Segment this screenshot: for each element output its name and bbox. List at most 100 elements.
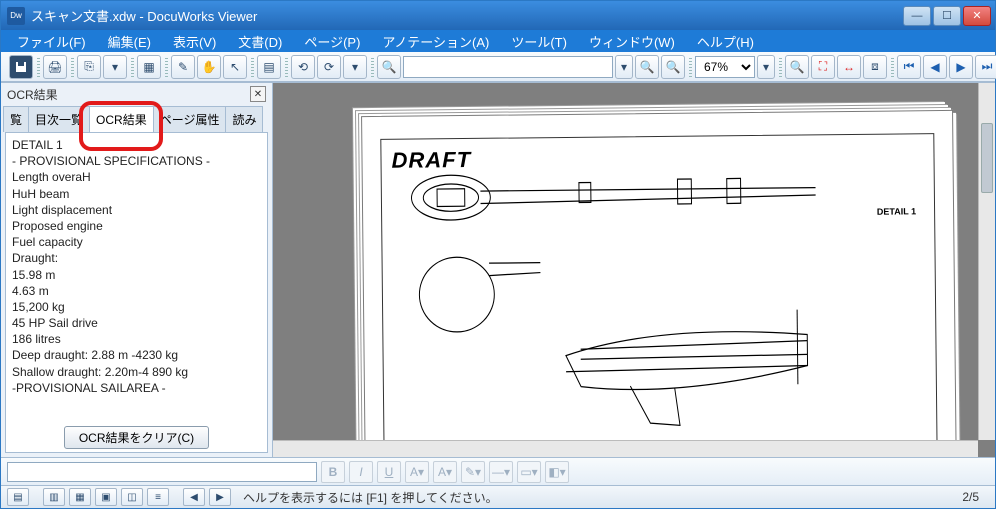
tab-page-attr[interactable]: ページ属性 bbox=[153, 106, 227, 132]
font-combo[interactable] bbox=[7, 462, 317, 482]
ocr-line: HuH beam bbox=[12, 186, 261, 202]
ocr-line: - PROVISIONAL SPECIFICATIONS - bbox=[12, 153, 261, 169]
ocr-line: Shallow draught: 2.20m-4 890 kg bbox=[12, 364, 261, 380]
last-page-button[interactable]: ⏭ bbox=[975, 55, 996, 79]
ocr-line: DETAIL 1 bbox=[12, 137, 261, 153]
scroll-thumb[interactable] bbox=[981, 123, 993, 193]
window-title: スキャン文書.xdw - DocuWorks Viewer bbox=[31, 6, 903, 25]
highlight-button[interactable]: ✎▾ bbox=[461, 461, 485, 483]
fill-button[interactable]: ◧▾ bbox=[545, 461, 569, 483]
ocr-line: Draught: bbox=[12, 250, 261, 266]
rotate-right-button[interactable]: ⟳ bbox=[317, 55, 341, 79]
ocr-line: 15,200 kg bbox=[12, 299, 261, 315]
zoom-region-button[interactable]: ⧈ bbox=[863, 55, 887, 79]
document-canvas[interactable]: DRAFT DETAIL 1 bbox=[273, 83, 995, 457]
italic-button[interactable]: I bbox=[349, 461, 373, 483]
font-size-button[interactable]: A▾ bbox=[405, 461, 429, 483]
status-page-indicator: 2/5 bbox=[962, 490, 979, 504]
body-area: OCR結果 ✕ 覧 目次一覧 OCR結果 ページ属性 読み DETAIL 1 -… bbox=[1, 82, 995, 457]
status-view-single-button[interactable]: ▤ bbox=[7, 488, 29, 506]
fit-width-button[interactable]: ↔ bbox=[837, 55, 861, 79]
rotate-left-button[interactable]: ⟲ bbox=[291, 55, 315, 79]
print-button[interactable]: 🖨 bbox=[43, 55, 67, 79]
document-area: DRAFT DETAIL 1 bbox=[273, 83, 995, 457]
zoom-tool-button[interactable]: 🔍 bbox=[785, 55, 809, 79]
tab-reading[interactable]: 読み bbox=[225, 106, 263, 132]
page-layout-button[interactable]: ▤ bbox=[257, 55, 281, 79]
ocr-panel: OCR結果 ✕ 覧 目次一覧 OCR結果 ページ属性 読み DETAIL 1 -… bbox=[1, 83, 273, 457]
menu-view[interactable]: 表示(V) bbox=[163, 30, 226, 53]
ocr-panel-header: OCR結果 ✕ bbox=[1, 83, 272, 105]
status-view-grid-button[interactable]: ▦ bbox=[69, 488, 91, 506]
ocr-panel-title: OCR結果 bbox=[7, 86, 58, 103]
zoom-dropdown-icon[interactable]: ▾ bbox=[757, 55, 775, 79]
search-input[interactable] bbox=[403, 56, 613, 78]
search-dropdown-icon[interactable]: ▾ bbox=[615, 55, 633, 79]
app-icon: Dw bbox=[7, 7, 25, 25]
line-button[interactable]: —▾ bbox=[489, 461, 513, 483]
status-prev-button[interactable]: ◀ bbox=[183, 488, 205, 506]
vertical-scrollbar[interactable] bbox=[978, 83, 995, 440]
ocr-line: 186 litres bbox=[12, 331, 261, 347]
menu-tool[interactable]: ツール(T) bbox=[501, 30, 577, 53]
ocr-line: 4.63 m bbox=[12, 283, 261, 299]
horizontal-scrollbar[interactable] bbox=[273, 440, 978, 457]
tab-toc[interactable]: 目次一覧 bbox=[28, 106, 90, 132]
ocr-body: DETAIL 1 - PROVISIONAL SPECIFICATIONS - … bbox=[5, 132, 268, 453]
ocr-tabs: 覧 目次一覧 OCR結果 ページ属性 読み bbox=[1, 105, 272, 132]
prev-page-button[interactable]: ◀ bbox=[923, 55, 947, 79]
ocr-line: Length overaH bbox=[12, 169, 261, 185]
rotate-menu-icon[interactable]: ▾ bbox=[343, 55, 367, 79]
save-button[interactable] bbox=[9, 55, 33, 79]
menu-page[interactable]: ページ(P) bbox=[294, 30, 370, 53]
status-view-thumb-button[interactable]: ▣ bbox=[95, 488, 117, 506]
maximize-button[interactable]: ☐ bbox=[933, 6, 961, 26]
tab-ocr-result[interactable]: OCR結果 bbox=[89, 106, 154, 132]
page-border: DRAFT DETAIL 1 bbox=[380, 133, 938, 457]
first-page-button[interactable]: ⏮ bbox=[897, 55, 921, 79]
ocr-line: -PROVISIONAL SAILAREA - bbox=[12, 380, 261, 396]
ocr-clear-row: OCR結果をクリア(C) bbox=[6, 422, 267, 452]
status-view-list-button[interactable]: ≡ bbox=[147, 488, 169, 506]
menu-annotation[interactable]: アノテーション(A) bbox=[372, 30, 499, 53]
menu-help[interactable]: ヘルプ(H) bbox=[687, 30, 764, 53]
page-sheet: DRAFT DETAIL 1 bbox=[361, 110, 957, 457]
font-color-button[interactable]: A▾ bbox=[433, 461, 457, 483]
underline-button[interactable]: U bbox=[377, 461, 401, 483]
search-button[interactable]: 🔍 bbox=[377, 55, 401, 79]
tab-list-end[interactable]: 覧 bbox=[3, 106, 29, 132]
pointer-tool-button[interactable]: ↖ bbox=[223, 55, 247, 79]
bold-button[interactable]: B bbox=[321, 461, 345, 483]
fit-page-button[interactable]: ⛶ bbox=[811, 55, 835, 79]
hand-tool-button[interactable]: ✋ bbox=[197, 55, 221, 79]
info-panel-button[interactable]: ▦ bbox=[137, 55, 161, 79]
ocr-line: 15.98 m bbox=[12, 267, 261, 283]
search-prev-button[interactable]: 🔍 bbox=[661, 55, 685, 79]
status-view-cont-button[interactable]: ▥ bbox=[43, 488, 65, 506]
ocr-line: Light displacement bbox=[12, 202, 261, 218]
ocr-line: Fuel capacity bbox=[12, 234, 261, 250]
ocr-line: Deep draught: 2.88 m -4230 kg bbox=[12, 347, 261, 363]
ocr-line: Proposed engine bbox=[12, 218, 261, 234]
ocr-line: 45 HP Sail drive bbox=[12, 315, 261, 331]
app-window: Dw スキャン文書.xdw - DocuWorks Viewer — ☐ ✕ フ… bbox=[0, 0, 996, 509]
ocr-text-area[interactable]: DETAIL 1 - PROVISIONAL SPECIFICATIONS - … bbox=[6, 133, 267, 422]
annotate-pen-button[interactable]: ✎ bbox=[171, 55, 195, 79]
minimize-button[interactable]: — bbox=[903, 6, 931, 26]
clipboard-next-icon[interactable]: ▾ bbox=[103, 55, 127, 79]
status-view-2up-button[interactable]: ◫ bbox=[121, 488, 143, 506]
copy-button[interactable]: ⎘ bbox=[77, 55, 101, 79]
menu-edit[interactable]: 編集(E) bbox=[98, 30, 161, 53]
menu-window[interactable]: ウィンドウ(W) bbox=[579, 30, 685, 53]
zoom-select[interactable]: 67% bbox=[695, 56, 755, 78]
menu-file[interactable]: ファイル(F) bbox=[7, 30, 96, 53]
menubar: ファイル(F) 編集(E) 表示(V) 文書(D) ページ(P) アノテーション… bbox=[1, 30, 995, 52]
shape-button[interactable]: ▭▾ bbox=[517, 461, 541, 483]
status-next-button[interactable]: ▶ bbox=[209, 488, 231, 506]
close-button[interactable]: ✕ bbox=[963, 6, 991, 26]
search-next-button[interactable]: 🔍 bbox=[635, 55, 659, 79]
next-page-button[interactable]: ▶ bbox=[949, 55, 973, 79]
menu-document[interactable]: 文書(D) bbox=[228, 30, 292, 53]
ocr-clear-button[interactable]: OCR結果をクリア(C) bbox=[64, 426, 209, 449]
ocr-panel-close-button[interactable]: ✕ bbox=[250, 86, 266, 102]
